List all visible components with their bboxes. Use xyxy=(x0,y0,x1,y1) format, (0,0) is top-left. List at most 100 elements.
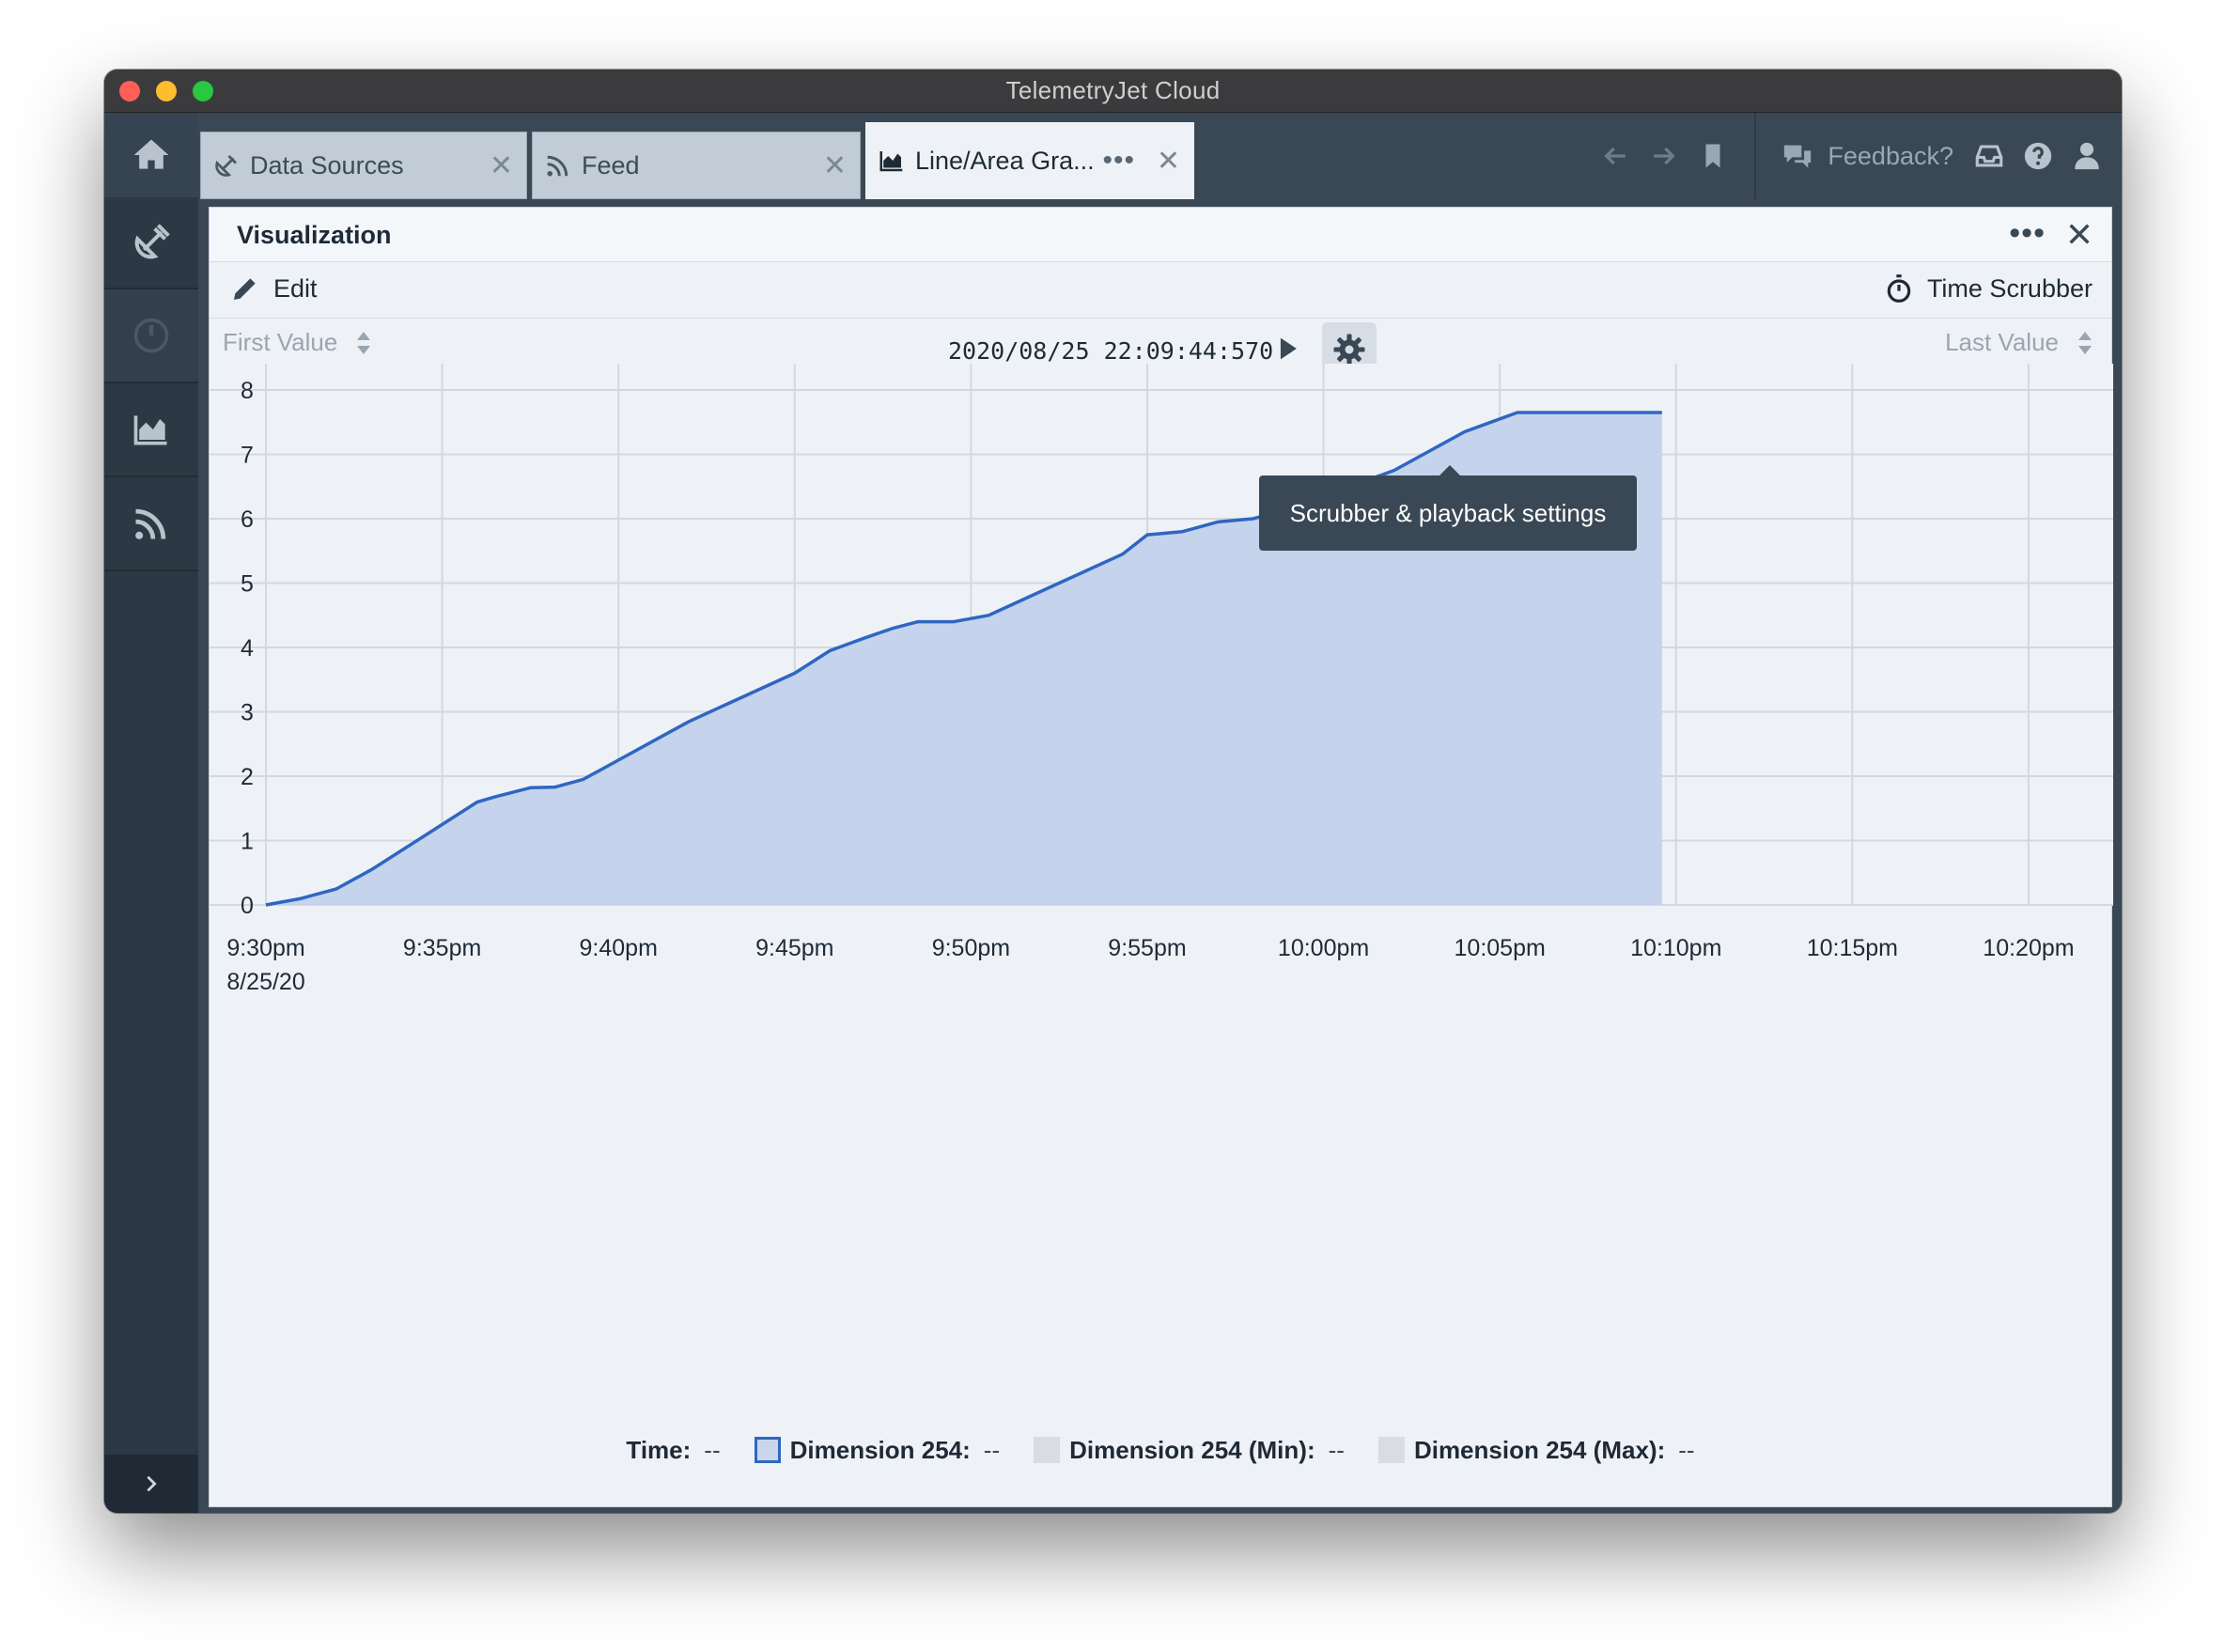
scrubber-track[interactable] xyxy=(326,408,1993,417)
edit-button[interactable]: Edit xyxy=(230,273,318,304)
close-tab-button[interactable]: ✕ xyxy=(823,149,847,182)
x-tick-label: 9:40pm xyxy=(580,935,658,961)
question-circle-icon xyxy=(2024,142,2052,170)
current-timestamp: 2020/08/25 22:09:44:570 xyxy=(948,337,1274,365)
minimize-window-button[interactable] xyxy=(156,81,177,101)
gear-icon xyxy=(1333,334,1365,366)
scrubber-handle[interactable] xyxy=(1586,396,1619,428)
legend-item-dimension-254-min[interactable]: Dimension 254 (Min): -- xyxy=(1034,1436,1345,1465)
tab-label: Feed xyxy=(582,150,640,179)
tab-data-sources[interactable]: Data Sources ✕ xyxy=(200,132,527,199)
legend-swatch xyxy=(754,1437,781,1463)
legend-swatch xyxy=(1034,1437,1061,1463)
x-tick-label: 10:10pm xyxy=(1630,935,1721,961)
close-window-button[interactable] xyxy=(119,81,140,101)
sidebar-expand-button[interactable] xyxy=(104,1455,198,1513)
first-value-label: First Value xyxy=(223,328,338,356)
x-tick-label: 9:55pm xyxy=(1108,935,1186,961)
bookmark-icon xyxy=(1705,144,1720,168)
step-back-icon[interactable] xyxy=(273,394,300,420)
legend-value: -- xyxy=(983,1435,1001,1464)
last-value-label: Last Value xyxy=(1945,328,2059,356)
toolbar-divider xyxy=(1754,113,1757,199)
feedback-button[interactable] xyxy=(1776,134,1819,178)
satellite-dish-icon xyxy=(215,155,237,177)
time-scrubber-label: Time Scrubber xyxy=(1926,273,2093,303)
x-date-label: 8/25/20 xyxy=(226,969,304,995)
sidebar-item-dashboard[interactable] xyxy=(104,289,198,383)
app-window: TelemetryJet Cloud Data Sources ✕ Feed ✕… xyxy=(104,70,2122,1513)
inbox-icon xyxy=(1975,145,2003,167)
x-tick-label: 9:45pm xyxy=(755,935,833,961)
settings-tooltip: Scrubber & playback settings xyxy=(1259,465,1637,551)
arrow-left-icon xyxy=(1604,147,1626,165)
x-tick-label: 10:00pm xyxy=(1278,935,1369,961)
x-tick-label: 9:35pm xyxy=(403,935,481,961)
y-tick-label: 4 xyxy=(241,635,254,662)
tab-more-button[interactable]: ••• xyxy=(1102,145,1135,177)
tab-label: Data Sources xyxy=(250,150,404,179)
legend-label: Dimension 254 (Max): xyxy=(1413,1435,1666,1464)
legend-item-dimension-254[interactable]: Dimension 254: -- xyxy=(754,1435,1001,1465)
sort-icon xyxy=(2078,331,2092,354)
y-tick-label: 3 xyxy=(241,700,254,726)
close-icon[interactable] xyxy=(2064,219,2094,249)
rss-icon xyxy=(547,155,568,177)
panel-header: Visualization ••• xyxy=(210,208,2111,262)
scrubber-progress xyxy=(326,408,1603,417)
step-forward-icon[interactable] xyxy=(2025,394,2051,420)
y-tick-label: 7 xyxy=(241,443,254,469)
chevron-right-icon xyxy=(147,1475,157,1492)
legend-label: Dimension 254: xyxy=(789,1435,971,1464)
y-tick-label: 6 xyxy=(241,507,254,533)
sidebar-item-home[interactable] xyxy=(104,113,198,197)
y-tick-label: 1 xyxy=(241,829,254,855)
bookmark-button[interactable] xyxy=(1691,134,1735,178)
scrubber-settings-button[interactable] xyxy=(1322,322,1377,377)
legend-time-label: Time: xyxy=(626,1435,692,1464)
x-tick-label: 10:20pm xyxy=(1983,935,2074,961)
y-tick-label: 5 xyxy=(241,571,254,598)
area-chart-icon xyxy=(879,151,903,172)
pencil-icon xyxy=(234,278,256,300)
chart-legend: Time: -- Dimension 254: -- Dimension 254… xyxy=(210,1431,2111,1469)
legend-item-dimension-254-max[interactable]: Dimension 254 (Max): -- xyxy=(1377,1435,1695,1465)
y-tick-label: 2 xyxy=(241,764,254,790)
feedback-label[interactable]: Feedback? xyxy=(1828,142,1953,171)
jump-to-start-icon[interactable] xyxy=(226,394,253,420)
play-icon[interactable] xyxy=(1271,333,1303,365)
jump-to-end-icon[interactable] xyxy=(2070,394,2096,420)
panel-toolbar: Edit Time Scrubber xyxy=(210,262,2111,319)
left-sidebar xyxy=(104,113,198,1513)
tab-bar: Data Sources ✕ Feed ✕ Line/Area Gra... •… xyxy=(198,113,2122,199)
help-button[interactable] xyxy=(2016,134,2060,178)
tab-line-area-graph[interactable]: Line/Area Gra... ••• ✕ xyxy=(865,122,1194,199)
inbox-button[interactable] xyxy=(1968,134,2011,178)
x-tick-label: 10:15pm xyxy=(1807,935,1898,961)
arrow-right-icon xyxy=(1654,147,1676,165)
top-right-toolbar: Feedback? xyxy=(1591,113,2122,199)
first-value-select[interactable]: First Value xyxy=(223,328,375,357)
zoom-window-button[interactable] xyxy=(193,81,213,101)
edit-label: Edit xyxy=(273,273,318,303)
legend-time-value: -- xyxy=(704,1435,721,1464)
tab-feed[interactable]: Feed ✕ xyxy=(532,132,861,199)
legend-time: Time: -- xyxy=(626,1436,720,1465)
panel-more-button[interactable]: ••• xyxy=(2009,215,2046,252)
scrubber-controls: First Value 2020/08/25 22:09:44:570 Last… xyxy=(210,319,2111,441)
sidebar-item-data-sources[interactable] xyxy=(104,197,198,289)
area-chart-icon xyxy=(133,415,167,445)
user-account-button[interactable] xyxy=(2065,134,2108,178)
y-tick-label: 0 xyxy=(241,893,254,919)
sidebar-item-feed[interactable] xyxy=(104,477,198,571)
time-scrubber-button[interactable]: Time Scrubber xyxy=(1884,273,2093,304)
home-icon xyxy=(133,139,169,169)
last-value-select[interactable]: Last Value xyxy=(1945,328,2096,357)
back-button[interactable] xyxy=(1594,134,1637,178)
close-tab-button[interactable]: ✕ xyxy=(1157,145,1180,178)
forward-button[interactable] xyxy=(1642,134,1686,178)
close-tab-button[interactable]: ✕ xyxy=(490,149,513,182)
sidebar-item-charts[interactable] xyxy=(104,383,198,477)
x-tick-label: 10:05pm xyxy=(1455,935,1546,961)
comments-icon xyxy=(1784,145,1812,168)
